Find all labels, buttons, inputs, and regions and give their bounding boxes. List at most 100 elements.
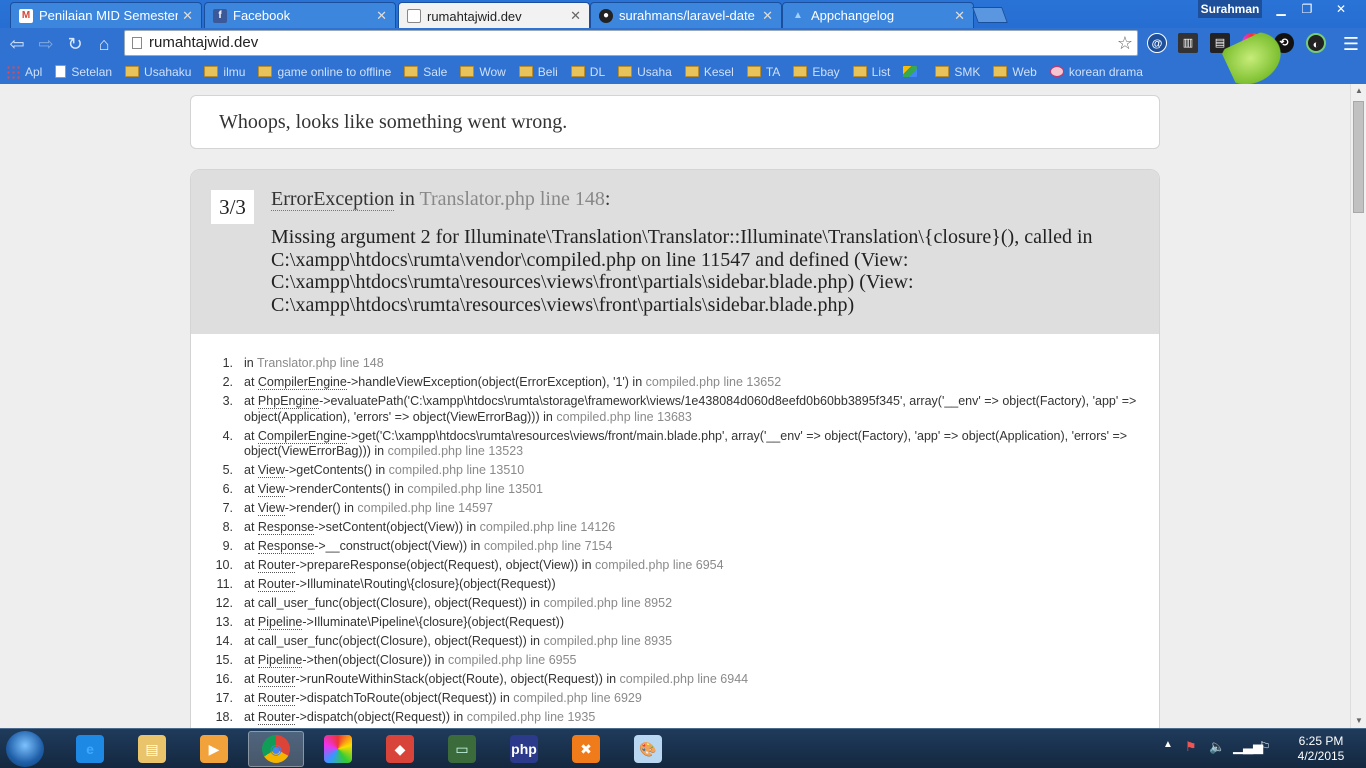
tab-title: Facebook	[233, 8, 291, 23]
frame-prefix: at	[244, 577, 258, 591]
frame-text: at Pipeline->Illuminate\Pipeline\{closur…	[244, 615, 1141, 631]
restore-icon[interactable]: ❐	[1294, 0, 1320, 18]
frame-call: ->get('C:\xampp\htdocs\rumta\resources\v…	[244, 428, 1128, 459]
frame-file: compiled.php line 13510	[388, 463, 525, 477]
scroll-up-icon[interactable]: ▲	[1351, 84, 1366, 98]
bookmark-ebay[interactable]: Ebay	[793, 65, 840, 79]
frame-prefix: at	[244, 672, 258, 686]
page-viewport: Whoops, looks like something went wrong.…	[0, 84, 1350, 728]
frame-number: 4.	[222, 428, 233, 443]
taskbar-app-chrome[interactable]: ◉	[248, 731, 304, 767]
system-clock[interactable]: 6:25 PM 4/2/2015	[1290, 734, 1352, 764]
frame-number: 17.	[215, 691, 233, 705]
taskbar-app-ie[interactable]: e	[62, 731, 118, 767]
tab-facebook[interactable]: f Facebook ✕	[204, 2, 396, 28]
tab-github[interactable]: ● surahmans/laravel-date ✕	[590, 2, 782, 28]
stats-extension-icon[interactable]: ▥	[1178, 33, 1198, 53]
frame-class: CompilerEngine	[257, 428, 347, 444]
taskbar-app-terminal[interactable]: ▭	[434, 731, 490, 767]
bookmark-wow[interactable]: Wow	[460, 65, 506, 79]
close-tab-icon[interactable]: ✕	[762, 8, 773, 24]
start-button[interactable]	[6, 731, 44, 767]
frame-number: 13.	[215, 615, 233, 629]
frame-text: at Router->Illuminate\Routing\{closure}(…	[244, 577, 1141, 593]
taskbar-app-app-grid[interactable]	[310, 731, 366, 767]
action-center-flag-icon[interactable]: ⚐	[1259, 739, 1271, 755]
taskbar-app-paint[interactable]: 🎨	[620, 731, 676, 767]
bookmark-setelan[interactable]: Setelan	[55, 65, 112, 79]
profile-button[interactable]: Surahman	[1198, 0, 1262, 18]
frame-text: in Translator.php line 148	[244, 356, 1141, 372]
frame-class: Response	[257, 539, 315, 554]
bookmark-star-icon[interactable]: ☆	[1117, 31, 1133, 55]
taskbar-app-xampp[interactable]: ✖	[558, 731, 614, 767]
close-tab-icon[interactable]: ✕	[182, 8, 193, 24]
bookmark-dl[interactable]: DL	[570, 65, 605, 79]
security-alert-icon[interactable]: ⚑	[1185, 739, 1197, 755]
home-icon[interactable]: ⌂	[91, 31, 117, 57]
bookmark-google-drive[interactable]	[903, 66, 922, 77]
bookmark-beli[interactable]: Beli	[518, 64, 558, 79]
volume-icon[interactable]: 🔈	[1209, 739, 1225, 755]
frame-number: 1.	[222, 356, 233, 370]
frame-text: at View->render() in compiled.php line 1…	[244, 501, 1141, 517]
bookmark-ilmu[interactable]: ilmu	[204, 65, 245, 79]
taskbar-app-git[interactable]: ◆	[372, 731, 428, 767]
frame-number: 8.	[222, 520, 233, 534]
reload-icon[interactable]: ↻	[62, 31, 88, 57]
close-tab-icon[interactable]: ✕	[954, 8, 965, 24]
bookmark-sale[interactable]: Sale	[404, 65, 447, 79]
bookmark-kesel[interactable]: Kesel	[684, 65, 734, 79]
tab-gmail[interactable]: M Penilaian MID Semester G ✕	[10, 2, 202, 28]
forward-icon[interactable]: ⇨	[33, 31, 59, 57]
exception-in: in	[394, 188, 420, 210]
frame-text: at Pipeline->then(object(Closure)) in co…	[244, 653, 1141, 669]
trace-frame: 10. at Router->prepareResponse(object(Req…	[211, 558, 1141, 574]
taskbar-app-explorer[interactable]: ▤	[124, 731, 180, 767]
scroll-down-icon[interactable]: ▼	[1351, 714, 1366, 728]
frame-prefix: at	[244, 501, 258, 515]
tab-appchangelog[interactable]: ▲ Appchangelog ✕	[782, 2, 974, 28]
terminal-icon: ▭	[448, 735, 476, 763]
bookmark-korean-drama[interactable]: korean drama	[1049, 65, 1143, 79]
taskbar-app-phpstorm[interactable]: php	[496, 731, 552, 767]
bookmark-apl[interactable]: Apl	[6, 64, 42, 79]
show-hidden-icons-icon[interactable]: ▲	[1163, 739, 1173, 750]
xampp-icon: ✖	[572, 735, 600, 763]
tab-title: Penilaian MID Semester G	[39, 8, 179, 23]
bookmark-smk[interactable]: SMK	[935, 65, 980, 79]
frame-number: 11.	[216, 577, 233, 591]
trace-frame: 9. at Response->__construct(object(View))…	[211, 539, 1141, 555]
bookmark-usaha[interactable]: Usaha	[618, 65, 672, 79]
trace-frame: 5. at View->getContents() in compiled.php…	[211, 463, 1141, 479]
frame-class: Router	[257, 558, 296, 573]
folder-icon	[793, 66, 808, 77]
close-window-icon[interactable]: ✕	[1326, 0, 1356, 18]
minimize-icon[interactable]: ▁	[1268, 0, 1294, 18]
trace-frame: 16. at Router->runRouteWithinStack(object…	[211, 672, 1141, 688]
bookmark-web[interactable]: Web	[993, 65, 1037, 79]
bookmark-list[interactable]: List	[852, 65, 890, 79]
trace-frame: 3. at PhpEngine->evaluatePath('C:\xampp\h…	[211, 394, 1141, 425]
scrollbar-thumb[interactable]	[1353, 101, 1364, 213]
back-icon[interactable]: ⇦	[4, 31, 30, 57]
bookmark-usahaku[interactable]: Usahaku	[125, 65, 191, 79]
address-bar[interactable]: rumahtajwid.dev ☆	[124, 30, 1138, 56]
new-tab-button[interactable]	[972, 7, 1008, 23]
taskbar-app-media-player[interactable]: ▶	[186, 731, 242, 767]
page-scrollbar[interactable]: ▲ ▼	[1350, 84, 1366, 728]
bookmark-ta[interactable]: TA	[746, 65, 780, 79]
close-tab-icon[interactable]: ✕	[570, 8, 581, 24]
menu-icon[interactable]: ☰	[1338, 31, 1364, 57]
gauge-extension-icon[interactable]: ◐	[1306, 33, 1326, 53]
frame-text: at Response->__construct(object(View)) i…	[244, 539, 1141, 555]
bookmark-label: Beli	[537, 64, 558, 79]
tab-rumahtajwid[interactable]: rumahtajwid.dev ✕	[398, 2, 590, 29]
bookmark-game-online[interactable]: game online to offline	[258, 65, 391, 79]
frame-text: at Router->dispatch(object(Request)) in …	[244, 710, 1141, 726]
folder-icon	[618, 66, 633, 77]
close-tab-icon[interactable]: ✕	[376, 8, 387, 24]
exception-panel: 3/3 ErrorException in Translator.php lin…	[190, 169, 1160, 728]
frame-call: call_user_func(object(Closure), object(R…	[257, 596, 544, 610]
at-extension-icon[interactable]: @	[1147, 33, 1167, 53]
